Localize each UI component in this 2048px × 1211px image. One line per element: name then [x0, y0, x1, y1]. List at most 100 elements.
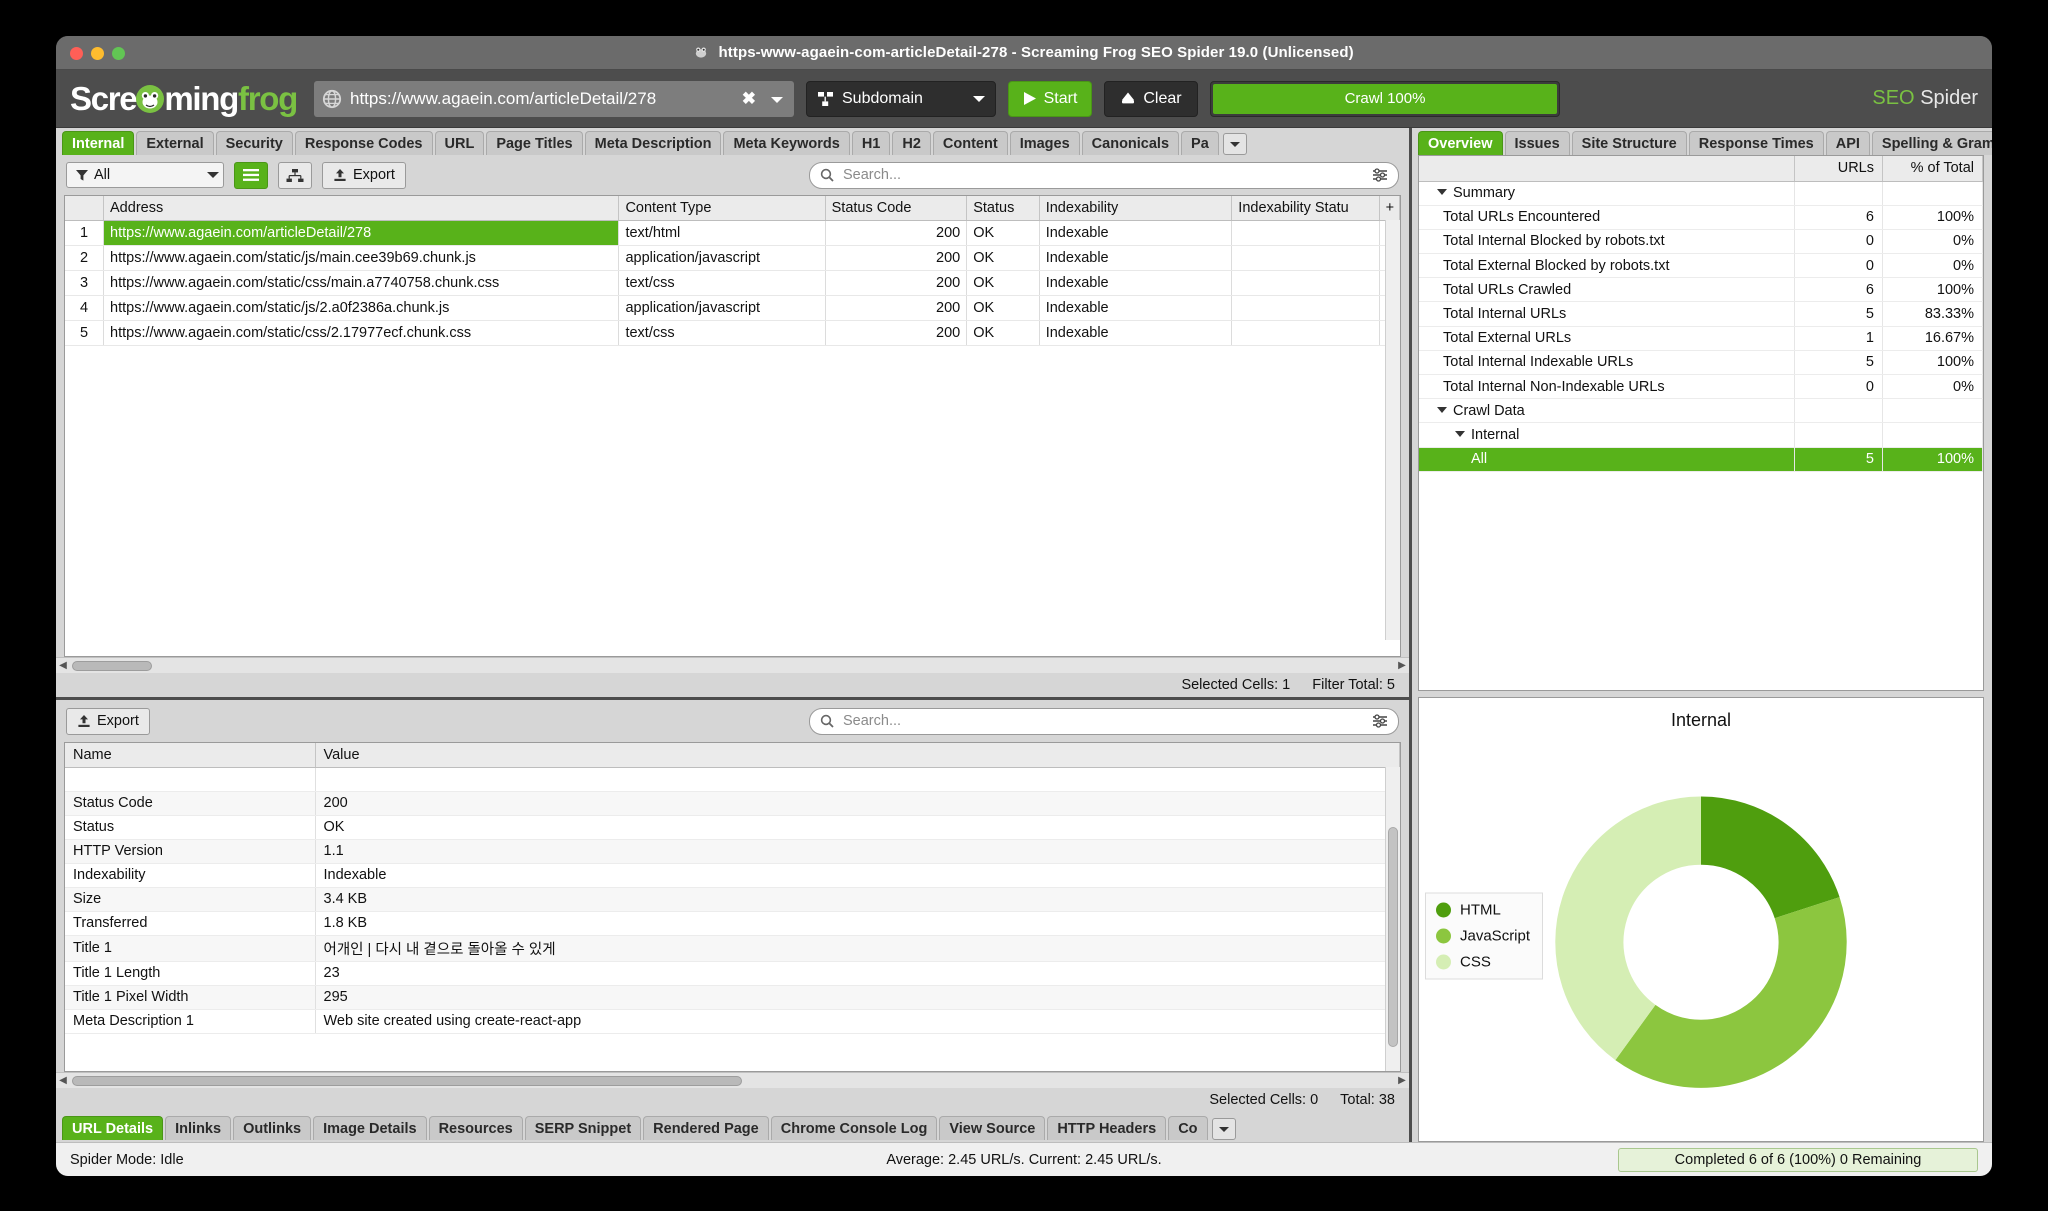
cell-status-code[interactable]: 200 — [825, 270, 967, 295]
scroll-left-arrow-icon[interactable]: ◀ — [56, 660, 70, 671]
crawl-scope-select[interactable]: Subdomain — [806, 81, 996, 117]
detail-row[interactable]: Title 1어개인 | 다시 내 곁으로 돌아올 수 있게 — [65, 935, 1400, 961]
cell-status[interactable]: OK — [967, 270, 1040, 295]
cell-status-code[interactable]: 200 — [825, 245, 967, 270]
tab-internal[interactable]: Internal — [62, 131, 134, 155]
column-header-status-code[interactable]: Status Code — [825, 196, 967, 220]
cell-indexability[interactable]: Indexable — [1039, 270, 1232, 295]
detail-row[interactable]: Status Code200 — [65, 791, 1400, 815]
cell-content-type[interactable]: text/css — [619, 270, 825, 295]
row-number[interactable]: 2 — [65, 245, 104, 270]
detail-cell-name[interactable]: Title 1 Length — [65, 961, 315, 985]
close-icon[interactable]: ✖ — [738, 89, 760, 109]
donut-slice-css[interactable] — [1589, 831, 1701, 1033]
column-header-address[interactable]: Address — [104, 196, 619, 220]
tab-security[interactable]: Security — [216, 131, 293, 155]
chevron-down-icon[interactable] — [973, 96, 985, 102]
tab-response-times[interactable]: Response Times — [1689, 131, 1824, 155]
cell-status[interactable]: OK — [967, 320, 1040, 345]
column-header-indexability-status[interactable]: Indexability Statu — [1232, 196, 1379, 220]
expander-triangle-down-icon[interactable] — [1455, 431, 1465, 437]
tab-overflow-chevron-down-icon[interactable] — [1212, 1118, 1236, 1140]
url-search-box[interactable] — [809, 162, 1399, 189]
detail-cell-value[interactable]: 어개인 | 다시 내 곁으로 돌아올 수 있게 — [315, 935, 1400, 961]
cell-indexability-status[interactable] — [1232, 295, 1379, 320]
detail-cell-name[interactable]: Title 1 Pixel Width — [65, 985, 315, 1009]
detail-cell-value[interactable]: 23 — [315, 961, 1400, 985]
overview-row-label[interactable]: Summary — [1419, 181, 1795, 205]
row-number[interactable]: 4 — [65, 295, 104, 320]
detail-cell-name[interactable]: Title 1 — [65, 935, 315, 961]
tab-issues[interactable]: Issues — [1505, 131, 1570, 155]
start-button[interactable]: Start — [1008, 81, 1092, 117]
column-header-indexability[interactable]: Indexability — [1039, 196, 1232, 220]
detail-cell-value[interactable]: 200 — [315, 791, 1400, 815]
detail-search-input[interactable] — [841, 712, 1365, 730]
detail-cell-value[interactable]: OK — [315, 815, 1400, 839]
cell-address[interactable]: https://www.agaein.com/articleDetail/278 — [104, 220, 619, 245]
overview-row[interactable]: All5100% — [1419, 447, 1983, 471]
detail-cell-name[interactable]: Transferred — [65, 911, 315, 935]
url-input-value[interactable]: https://www.agaein.com/articleDetail/278 — [350, 89, 730, 109]
tab-content[interactable]: Content — [933, 131, 1008, 155]
column-header-value[interactable]: Value — [315, 743, 1400, 767]
overview-row-label[interactable]: Crawl Data — [1419, 399, 1795, 423]
detail-row[interactable]: Transferred1.8 KB — [65, 911, 1400, 935]
cell-content-type[interactable]: text/css — [619, 320, 825, 345]
detail-cell-value[interactable]: Web site created using create-react-app — [315, 1009, 1400, 1033]
detail-row[interactable]: IndexabilityIndexable — [65, 863, 1400, 887]
legend-item-javascript[interactable]: JavaScript — [1436, 928, 1530, 945]
detail-cell-value[interactable]: Indexable — [315, 863, 1400, 887]
tab-serp-snippet[interactable]: SERP Snippet — [525, 1116, 641, 1140]
detail-cell-value[interactable]: 295 — [315, 985, 1400, 1009]
add-column-icon[interactable]: + — [1379, 196, 1399, 220]
overview-row[interactable]: Total Internal Indexable URLs5100% — [1419, 350, 1983, 374]
detail-cell-value[interactable]: 1.8 KB — [315, 911, 1400, 935]
table-row[interactable]: 4https://www.agaein.com/static/js/2.a0f2… — [65, 295, 1400, 320]
tab-pa[interactable]: Pa — [1181, 131, 1219, 155]
url-table-vertical-scrollbar[interactable] — [1385, 220, 1400, 640]
export-button[interactable]: Export — [322, 162, 406, 189]
overview-row[interactable]: Total External Blocked by robots.txt00% — [1419, 254, 1983, 278]
detail-cell-value[interactable]: 3.4 KB — [315, 887, 1400, 911]
table-row[interactable]: 1https://www.agaein.com/articleDetail/27… — [65, 220, 1400, 245]
tab-overflow-chevron-down-icon[interactable] — [1223, 133, 1247, 155]
table-row[interactable]: 5https://www.agaein.com/static/css/2.179… — [65, 320, 1400, 345]
cell-content-type[interactable]: application/javascript — [619, 295, 825, 320]
overview-row-label[interactable]: Total Internal URLs — [1419, 302, 1795, 326]
cell-status-code[interactable]: 200 — [825, 220, 967, 245]
tab-h2[interactable]: H2 — [892, 131, 931, 155]
scroll-left-arrow-icon[interactable]: ◀ — [56, 1075, 70, 1086]
cell-indexability-status[interactable] — [1232, 220, 1379, 245]
tab-spelling-gramm[interactable]: Spelling & Gramm — [1872, 131, 1992, 155]
tab-canonicals[interactable]: Canonicals — [1082, 131, 1179, 155]
overview-row-label[interactable]: All — [1419, 447, 1795, 471]
legend-item-css[interactable]: CSS — [1436, 954, 1530, 971]
cell-indexability[interactable]: Indexable — [1039, 220, 1232, 245]
row-number[interactable]: 3 — [65, 270, 104, 295]
tab-url[interactable]: URL — [435, 131, 485, 155]
tab-meta-description[interactable]: Meta Description — [585, 131, 722, 155]
tree-view-icon[interactable] — [278, 162, 312, 189]
sliders-icon[interactable] — [1372, 714, 1388, 728]
donut-slice-javascript[interactable] — [1635, 908, 1812, 1054]
table-row[interactable]: 2https://www.agaein.com/static/js/main.c… — [65, 245, 1400, 270]
tab-rendered-page[interactable]: Rendered Page — [643, 1116, 769, 1140]
tab-outlinks[interactable]: Outlinks — [233, 1116, 311, 1140]
detail-row[interactable]: Title 1 Length23 — [65, 961, 1400, 985]
tab-api[interactable]: API — [1826, 131, 1870, 155]
tab-overview[interactable]: Overview — [1418, 131, 1503, 155]
overview-row-label[interactable]: Internal — [1419, 423, 1795, 447]
filter-select[interactable]: All — [66, 162, 224, 188]
detail-cell-name[interactable]: HTTP Version — [65, 839, 315, 863]
cell-indexability[interactable]: Indexable — [1039, 245, 1232, 270]
detail-vertical-scrollbar[interactable] — [1385, 767, 1400, 1071]
detail-cell-name[interactable]: Size — [65, 887, 315, 911]
tab-site-structure[interactable]: Site Structure — [1572, 131, 1687, 155]
overview-row-label[interactable]: Total External URLs — [1419, 326, 1795, 350]
cell-content-type[interactable]: text/html — [619, 220, 825, 245]
row-number[interactable]: 1 — [65, 220, 104, 245]
column-header-urls[interactable]: URLs — [1795, 156, 1883, 181]
cell-status[interactable]: OK — [967, 245, 1040, 270]
cell-status-code[interactable]: 200 — [825, 295, 967, 320]
